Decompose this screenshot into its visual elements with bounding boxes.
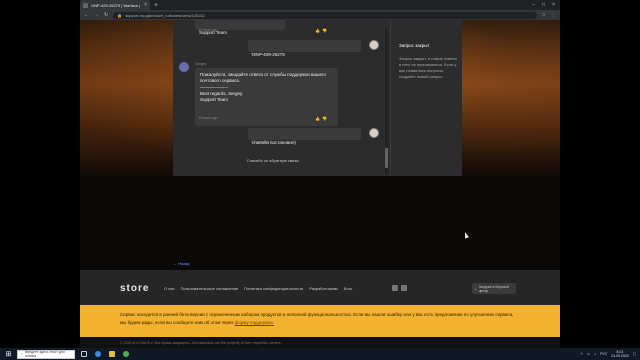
footer-links: О нас Пользовательское соглашение Полити… [164, 286, 352, 291]
support-form-link[interactable]: форму поддержки. [235, 320, 274, 325]
message-time: 8 hours ago [199, 28, 218, 32]
beta-text: Сервис находится в ранней бета-версии с … [120, 312, 514, 325]
menu-icon[interactable]: ⋮ [551, 12, 556, 18]
message-time: 8 hours ago [251, 140, 270, 144]
forward-icon[interactable]: → [94, 12, 99, 18]
browser-tab[interactable]: ONP-429-26279 | Warface | Su × [80, 0, 150, 10]
site-footer: store О нас Пользовательское соглашение … [80, 270, 560, 305]
clock[interactable]: 8:23 24.09.2020 [611, 350, 629, 358]
message-bubble: ONP-429-26279 [248, 40, 361, 57]
copyright-bar: © 2020 MY.COM B.V. Все права защищены. A… [80, 338, 560, 348]
copyright-text: © 2020 MY.COM B.V. Все права защищены. A… [120, 341, 282, 345]
user-avatar [369, 128, 379, 138]
tab-title: ONP-429-26279 | Warface | Su [91, 2, 142, 8]
window-controls: – □ × [532, 2, 560, 8]
task-view-icon[interactable] [79, 350, 89, 359]
instagram-icon[interactable] [401, 285, 407, 291]
footer-link-blog[interactable]: Блог [344, 286, 353, 291]
support-avatar [179, 62, 189, 72]
beta-notice: Сервис находится в ранней бета-версии с … [80, 305, 560, 337]
closed-text: Запрос закрыт, и новые ответы в него не … [399, 56, 457, 79]
rating-icons[interactable]: 👍👎 [315, 28, 329, 33]
windows-start-icon[interactable]: ⊞ [4, 350, 13, 359]
address-bar: ← → ↻ 🔒 support.my.games/wf_ru/tickets/v… [80, 10, 560, 20]
message-author: Sergey [195, 62, 207, 66]
message-time: 8 hours ago [251, 52, 270, 56]
chat-scrollbar[interactable] [385, 28, 388, 174]
browser-window: ONP-429-26279 | Warface | Su × + – □ × ←… [80, 0, 560, 360]
search-icon: ⌕ [21, 352, 23, 356]
system-tray: ˄ ▭ ◖ РУС 8:23 24.09.2020 ▢ [581, 350, 636, 358]
download-icon: ⤓ [475, 286, 477, 291]
maximize-icon[interactable]: □ [542, 2, 545, 8]
tray-chevron-icon[interactable]: ˄ [581, 352, 583, 356]
footer-link-about[interactable]: О нас [164, 286, 175, 291]
volume-icon[interactable]: ◖ [594, 352, 596, 356]
download-launcher-button[interactable]: ⤓ Загрузить Игровой центр [472, 283, 516, 294]
close-window-icon[interactable]: × [552, 2, 555, 8]
taskbar-search[interactable]: ⌕ Введите здесь текст для поиска [17, 349, 75, 359]
feedback-thanks: Спасибо за обратную связь! [246, 158, 300, 163]
mouse-cursor-icon [463, 231, 469, 239]
keyboard-language[interactable]: РУС [600, 352, 607, 356]
network-icon[interactable]: ▭ [587, 352, 590, 356]
notifications-icon[interactable]: ▢ [633, 352, 636, 356]
back-link[interactable]: ← Назад [173, 261, 190, 266]
reload-icon[interactable]: ↻ [104, 12, 108, 18]
chat-panel: Support Team 8 hours ago 👍👎 ONP-429-2627… [173, 20, 390, 176]
footer-link-privacy[interactable]: Политика конфиденциальности [244, 286, 303, 291]
web-page: Support Team 8 hours ago 👍👎 ONP-429-2627… [80, 20, 560, 340]
footer-link-terms[interactable]: Пользовательское соглашение [181, 286, 239, 291]
social-links [392, 285, 407, 291]
minimize-icon[interactable]: – [532, 2, 535, 8]
url-text: support.my.games/wf_ru/tickets/view/3281… [125, 12, 205, 18]
close-tab-icon[interactable]: × [144, 2, 147, 8]
favicon-icon [83, 2, 88, 8]
download-label: Загрузить Игровой центр [478, 284, 509, 293]
lock-icon: 🔒 [117, 12, 123, 18]
search-placeholder: Введите здесь текст для поиска [24, 350, 65, 358]
explorer-icon[interactable] [107, 350, 117, 359]
taskbar: ⊞ ⌕ Введите здесь текст для поиска ˄ ▭ ◖… [0, 348, 640, 360]
footer-link-developers[interactable]: Разработчикам [309, 286, 337, 291]
store-logo[interactable]: store [120, 283, 149, 294]
user-avatar [369, 40, 379, 50]
message-bubble: спасибо востановил) [248, 128, 361, 145]
rating-icons[interactable]: 👍👎 [315, 116, 329, 121]
edge-icon[interactable] [93, 350, 103, 359]
star-icon[interactable]: ☆ [542, 12, 546, 18]
message-team: Support Team [200, 97, 228, 102]
closed-title: Запрос закрыт [399, 43, 430, 48]
scrollbar-thumb[interactable] [385, 148, 388, 168]
message-text: Пожалуйста, ожидайте ответа от службы по… [200, 72, 327, 83]
chrome-icon[interactable] [121, 350, 131, 359]
url-field[interactable]: 🔒 support.my.games/wf_ru/tickets/view/32… [113, 11, 537, 19]
divider [200, 87, 228, 88]
clock-date: 24.09.2020 [611, 354, 629, 358]
vk-icon[interactable] [392, 285, 398, 291]
new-tab-button[interactable]: + [154, 2, 158, 9]
tab-bar: ONP-429-26279 | Warface | Su × + – □ × [80, 0, 560, 10]
back-icon[interactable]: ← [84, 12, 89, 18]
message-time: 8 hours ago [199, 116, 218, 120]
ticket-status-panel: Запрос закрыт Запрос закрыт, и новые отв… [390, 20, 462, 176]
